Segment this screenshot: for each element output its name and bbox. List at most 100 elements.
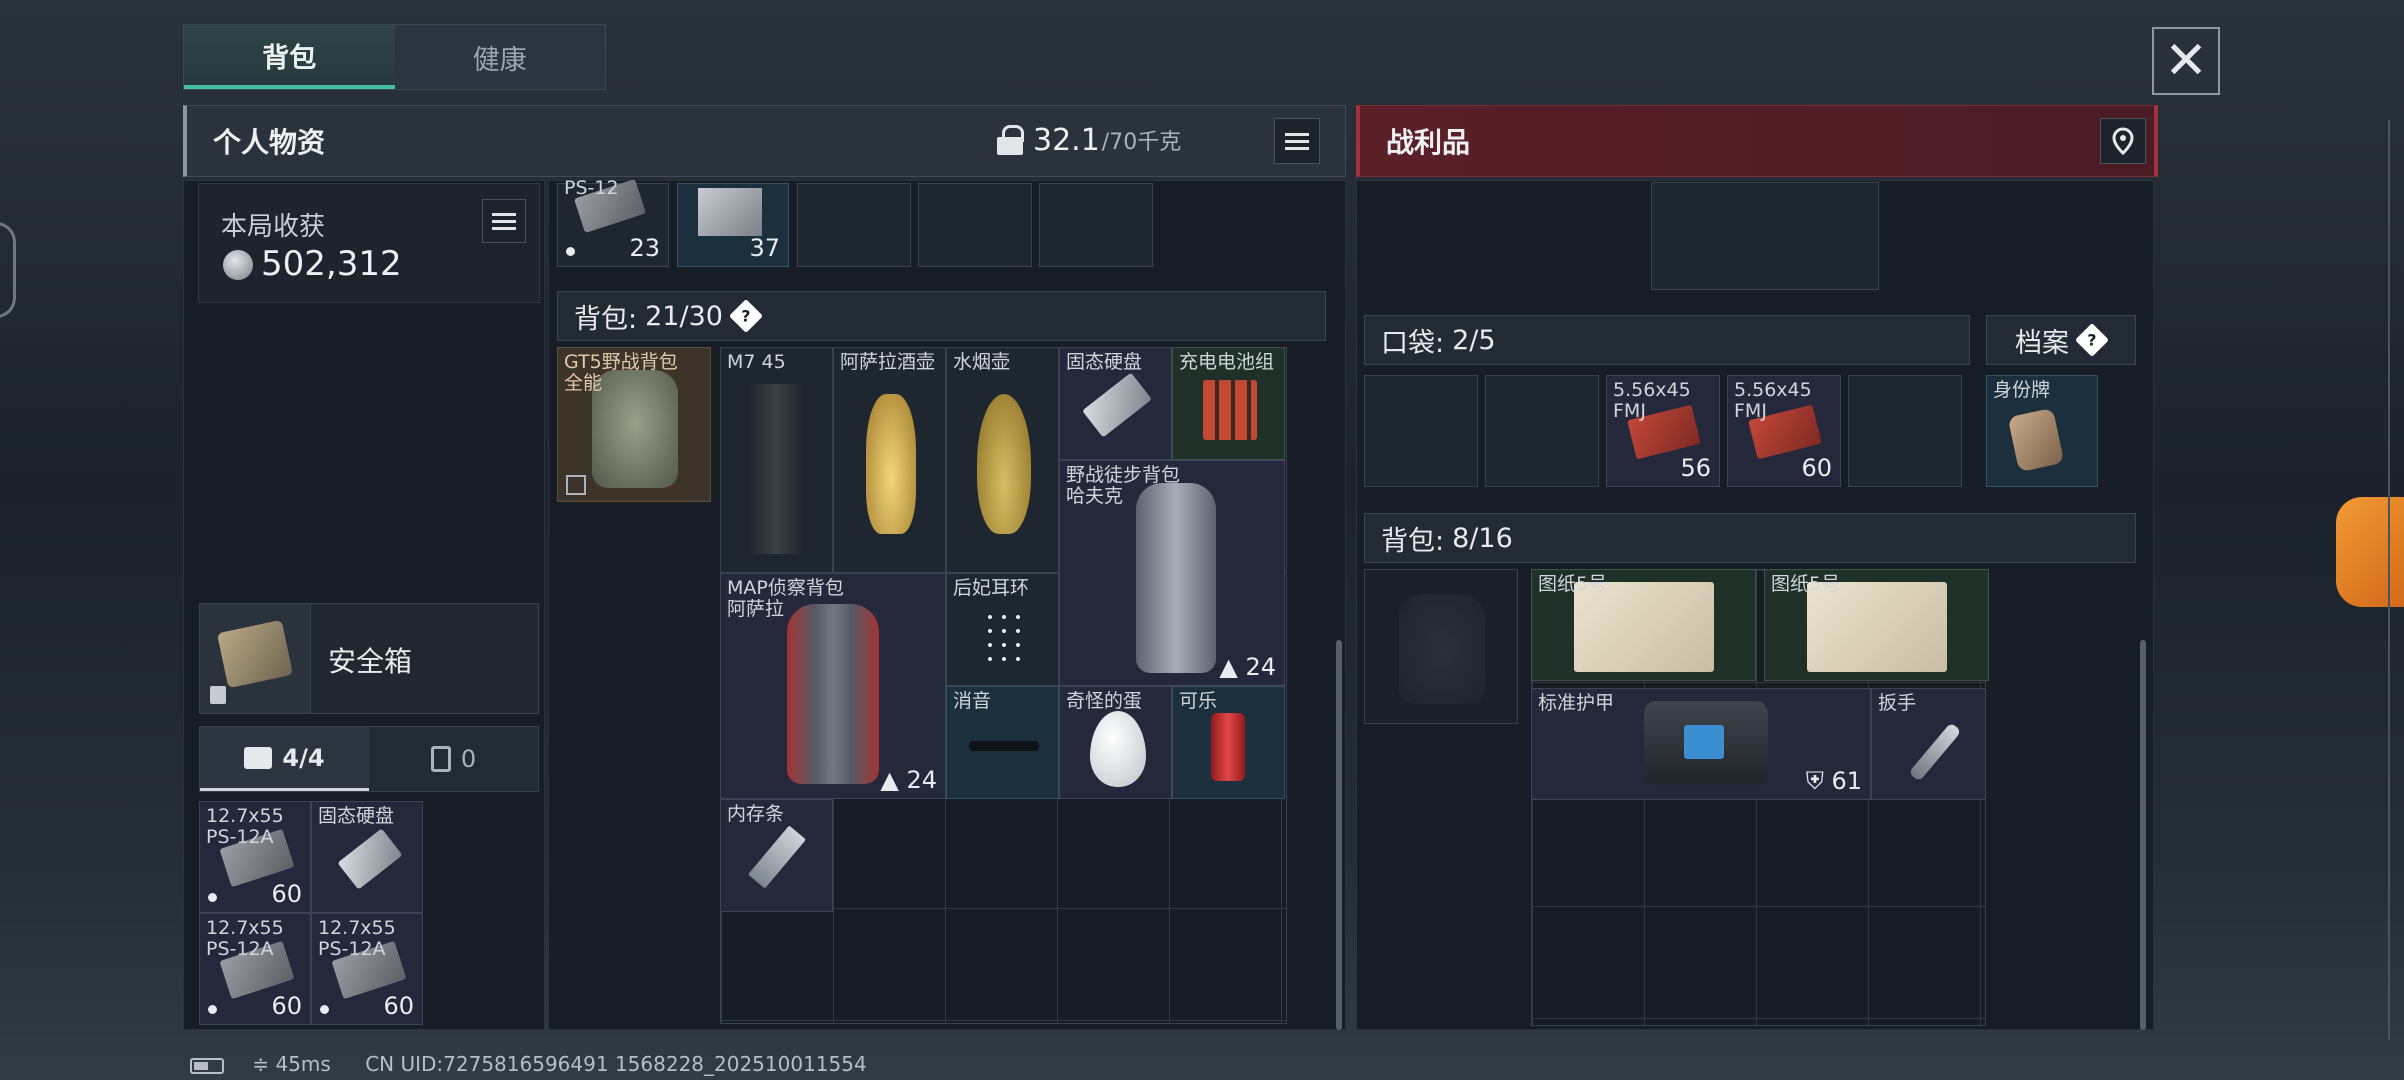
- safebox-other-count: 0: [460, 745, 477, 773]
- item-label: 可乐: [1179, 690, 1218, 712]
- list-icon: [1285, 132, 1309, 150]
- tab-backpack[interactable]: 背包: [184, 25, 395, 89]
- card-icon: [430, 746, 451, 772]
- empty-slot[interactable]: [1485, 375, 1599, 487]
- dot-icon: [208, 1005, 217, 1014]
- tab-health[interactable]: 健康: [395, 25, 606, 89]
- tab-safebox-items[interactable]: 4/4: [200, 727, 369, 791]
- item-hiking-bag[interactable]: 野战徒步背包 哈夫克 ▲ 24: [1059, 460, 1285, 686]
- item-asala-jug[interactable]: 阿萨拉酒壶: [833, 347, 946, 573]
- ping-value: 45ms: [275, 1052, 331, 1076]
- item-hookah[interactable]: 水烟壶: [946, 347, 1059, 573]
- safebox-label: 安全箱: [328, 645, 413, 678]
- item-cola[interactable]: 可乐: [1172, 686, 1285, 799]
- ssd-icon: [1082, 372, 1152, 438]
- item-label: 固态硬盘: [1066, 351, 1143, 373]
- archive-label: 档案: [2015, 327, 2069, 359]
- item-label: 后妃耳环: [953, 577, 1030, 599]
- pocket-item-1[interactable]: 5.56x45 FMJ 56: [1606, 375, 1720, 487]
- item-label: 水烟壶: [953, 351, 1011, 373]
- safebox-icon: [216, 619, 294, 689]
- coin-icon: [223, 250, 253, 280]
- item-label: 图纸5号: [1538, 573, 1608, 595]
- item-battery[interactable]: 充电电池组: [1172, 347, 1285, 460]
- close-button[interactable]: ✕: [2152, 27, 2220, 95]
- equipped-backpack[interactable]: GT5野战背包 全能: [557, 347, 711, 502]
- item-ram[interactable]: 内存条: [720, 799, 833, 912]
- personal-menu-button[interactable]: [1274, 118, 1320, 164]
- dogtag-icon: [2007, 407, 2065, 473]
- item-label: PS-12: [564, 177, 619, 199]
- loot-location-button[interactable]: [2100, 118, 2146, 164]
- safebox-item-4[interactable]: 12.7x55 PS-12A 60: [311, 913, 423, 1025]
- empty-slot[interactable]: [1848, 375, 1962, 487]
- item-silencer[interactable]: 消音: [946, 686, 1059, 799]
- loot-title: 战利品: [1386, 126, 1471, 159]
- item-label: M7 45: [727, 351, 786, 373]
- safebox-item-2[interactable]: 固态硬盘: [311, 801, 423, 913]
- item-label: MAP侦察背包 阿萨拉: [727, 577, 844, 620]
- item-label: 充电电池组: [1179, 351, 1275, 373]
- item-map-bag[interactable]: MAP侦察背包 阿萨拉 ▲ 24: [720, 573, 946, 799]
- item-label: 野战徒步背包 哈夫克: [1066, 464, 1181, 507]
- safebox-item-3[interactable]: 12.7x55 PS-12A 60: [199, 913, 311, 1025]
- status-bar: ≑ 45ms CN UID:7275816596491 1568228_2025…: [190, 1052, 867, 1076]
- earnings-label: 本局收获: [221, 212, 326, 242]
- dogtag-slot[interactable]: 身份牌: [1986, 375, 2098, 487]
- item-weight: ▲ 24: [1219, 653, 1276, 681]
- top-tabs: 背包 健康: [183, 24, 606, 90]
- earnings-list-button[interactable]: [482, 199, 526, 243]
- loot-header: 战利品: [1356, 105, 2158, 177]
- safebox-item-1[interactable]: 12.7x55 PS-12A 60: [199, 801, 311, 913]
- middle-scrollbar[interactable]: [1336, 640, 1342, 1030]
- item-count: 23: [629, 234, 660, 262]
- item-earrings[interactable]: 后妃耳环: [946, 573, 1059, 686]
- empty-slot[interactable]: [1039, 183, 1153, 267]
- pocket-item-2[interactable]: 5.56x45 FMJ 60: [1727, 375, 1841, 487]
- left-edge-handle[interactable]: [0, 222, 16, 318]
- safebox-slot: [200, 604, 311, 713]
- personal-title: 个人物资: [213, 126, 326, 159]
- pocket-section-header: 口袋: 2/5: [1364, 315, 1970, 365]
- top-item-2[interactable]: 37: [677, 183, 789, 267]
- archive-section-header[interactable]: 档案 ?: [1986, 315, 2136, 365]
- item-label: GT5野战背包 全能: [564, 351, 678, 394]
- hookah-icon: [977, 394, 1031, 534]
- wifi-icon: ≑: [252, 1052, 270, 1076]
- item-m7[interactable]: M7 45: [720, 347, 833, 573]
- backpack-label: 背包:: [574, 303, 638, 335]
- pocket-value: 2/5: [1452, 324, 1496, 356]
- empty-slot[interactable]: [918, 183, 1032, 267]
- empty-slot[interactable]: [797, 183, 911, 267]
- earnings-card: 本局收获 502,312: [198, 183, 540, 303]
- weight-max: /70千克: [1101, 130, 1182, 155]
- item-ssd[interactable]: 固态硬盘: [1059, 347, 1172, 460]
- item-label: 消音: [953, 690, 992, 712]
- backpack-silhouette-icon: [1399, 594, 1485, 704]
- item-blueprint-2[interactable]: 图纸5号: [1764, 569, 1989, 681]
- loot-scrollbar[interactable]: [2140, 640, 2146, 1030]
- item-wrench[interactable]: 扳手: [1871, 688, 1986, 800]
- jug-icon: [866, 394, 916, 534]
- item-count: 60: [271, 992, 302, 1020]
- tab-safebox-other[interactable]: 0: [369, 727, 538, 791]
- item-armor[interactable]: 标准护甲 ⛨ 61: [1531, 688, 1871, 800]
- loot-backpack-section-header: 背包: 8/16: [1364, 513, 2136, 563]
- item-blueprint-1[interactable]: 图纸5号: [1531, 569, 1756, 681]
- item-label: 阿萨拉酒壶: [840, 351, 936, 373]
- loot-equipped-backpack[interactable]: [1364, 569, 1518, 724]
- empty-slot[interactable]: [1364, 375, 1478, 487]
- top-item-1[interactable]: PS-12 23: [557, 178, 669, 267]
- item-label: 12.7x55 PS-12A: [206, 805, 284, 848]
- item-egg[interactable]: 奇怪的蛋: [1059, 686, 1172, 799]
- safebox-card[interactable]: 安全箱: [199, 603, 539, 714]
- loot-top-slot[interactable]: [1651, 182, 1879, 290]
- help-icon[interactable]: ?: [728, 299, 763, 333]
- egg-icon: [1090, 711, 1146, 787]
- help-icon[interactable]: ?: [2075, 323, 2109, 357]
- right-edge-bar: [2388, 120, 2404, 1040]
- safebox-tabs: 4/4 0: [199, 726, 539, 792]
- item-count: 60: [383, 992, 414, 1020]
- item-label: 奇怪的蛋: [1066, 690, 1143, 712]
- item-label: 5.56x45 FMJ: [1734, 379, 1812, 422]
